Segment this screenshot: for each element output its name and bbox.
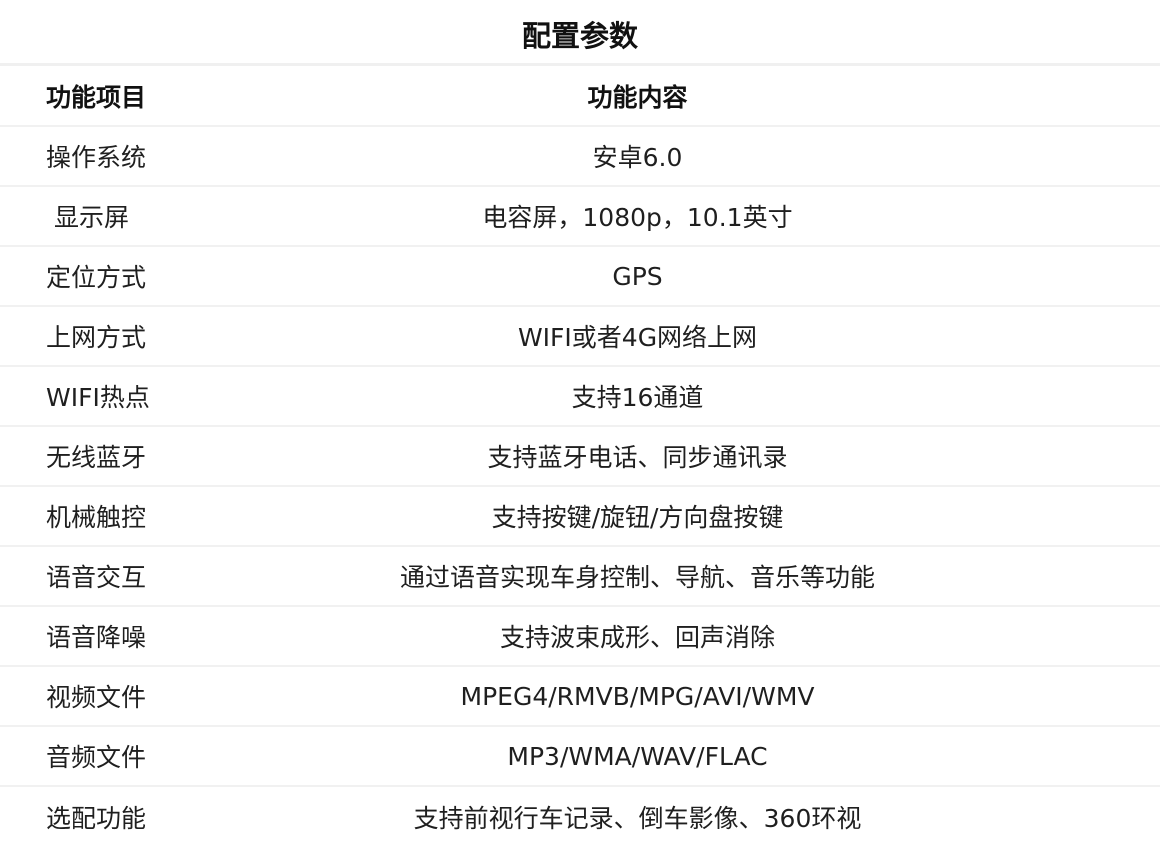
row-name-cell: 视频文件 (0, 666, 270, 727)
table-row: 定位方式 GPS (0, 246, 1160, 307)
row-name-cell: WIFI热点 (0, 366, 270, 427)
row-name-cell: 语音降噪 (0, 606, 270, 667)
row-value-cell: WIFI或者4G网络上网 (270, 306, 1160, 367)
table-row: 视频文件 MPEG4/RMVB/MPG/AVI/WMV (0, 666, 1160, 727)
table-row: 显示屏 电容屏，1080p，10.1英寸 (0, 186, 1160, 247)
column-header-name: 功能项目 (0, 66, 270, 127)
column-header-value: 功能内容 (270, 66, 1160, 127)
row-value-cell: 安卓6.0 (270, 126, 1160, 187)
row-name-cell: 语音交互 (0, 546, 270, 607)
row-value-cell: 支持按键/旋钮/方向盘按键 (270, 486, 1160, 547)
row-name-cell: 操作系统 (0, 126, 270, 187)
table-row: 上网方式 WIFI或者4G网络上网 (0, 306, 1160, 367)
table-row: 操作系统 安卓6.0 (0, 126, 1160, 187)
row-value-cell: 支持蓝牙电话、同步通讯录 (270, 426, 1160, 487)
table-header-row: 功能项目 功能内容 (0, 66, 1160, 127)
row-value-cell: GPS (270, 246, 1160, 307)
row-value-cell: 支持波束成形、回声消除 (270, 606, 1160, 667)
row-name-cell: 上网方式 (0, 306, 270, 367)
table-row: 语音降噪 支持波束成形、回声消除 (0, 606, 1160, 667)
row-value-cell: MPEG4/RMVB/MPG/AVI/WMV (270, 666, 1160, 727)
row-value-cell: 电容屏，1080p，10.1英寸 (270, 186, 1160, 247)
row-name-cell: 机械触控 (0, 486, 270, 547)
page-title: 配置参数 (0, 0, 1160, 66)
row-value-cell: 支持前视行车记录、倒车影像、360环视 (413, 803, 862, 833)
row-value-cell: MP3/WMA/WAV/FLAC (270, 726, 1160, 787)
row-name-cell: 定位方式 (0, 246, 270, 307)
table-row: 音频文件 MP3/WMA/WAV/FLAC (0, 726, 1160, 787)
row-value-cell: 支持16通道 (270, 366, 1160, 427)
table-row: 语音交互 通过语音实现车身控制、导航、音乐等功能 (0, 546, 1160, 607)
row-name-cell: 音频文件 (0, 726, 270, 787)
table-row: WIFI热点 支持16通道 (0, 366, 1160, 427)
row-name-cell: 显示屏 (0, 186, 270, 247)
row-value-cell: 通过语音实现车身控制、导航、音乐等功能 (270, 546, 1160, 607)
row-name-cell: 选配功能 (46, 803, 147, 833)
row-name-cell: 无线蓝牙 (0, 426, 270, 487)
table-row: 无线蓝牙 支持蓝牙电话、同步通讯录 (0, 426, 1160, 487)
table-row: 选配功能 支持前视行车记录、倒车影像、360环视 (0, 786, 1160, 846)
table-row: 机械触控 支持按键/旋钮/方向盘按键 (0, 486, 1160, 547)
spec-page: 配置参数 功能项目 功能内容 操作系统 安卓6.0 显示屏 电容屏，1080p，… (0, 0, 1160, 848)
spec-table: 功能项目 功能内容 操作系统 安卓6.0 显示屏 电容屏，1080p，10.1英… (0, 66, 1160, 846)
